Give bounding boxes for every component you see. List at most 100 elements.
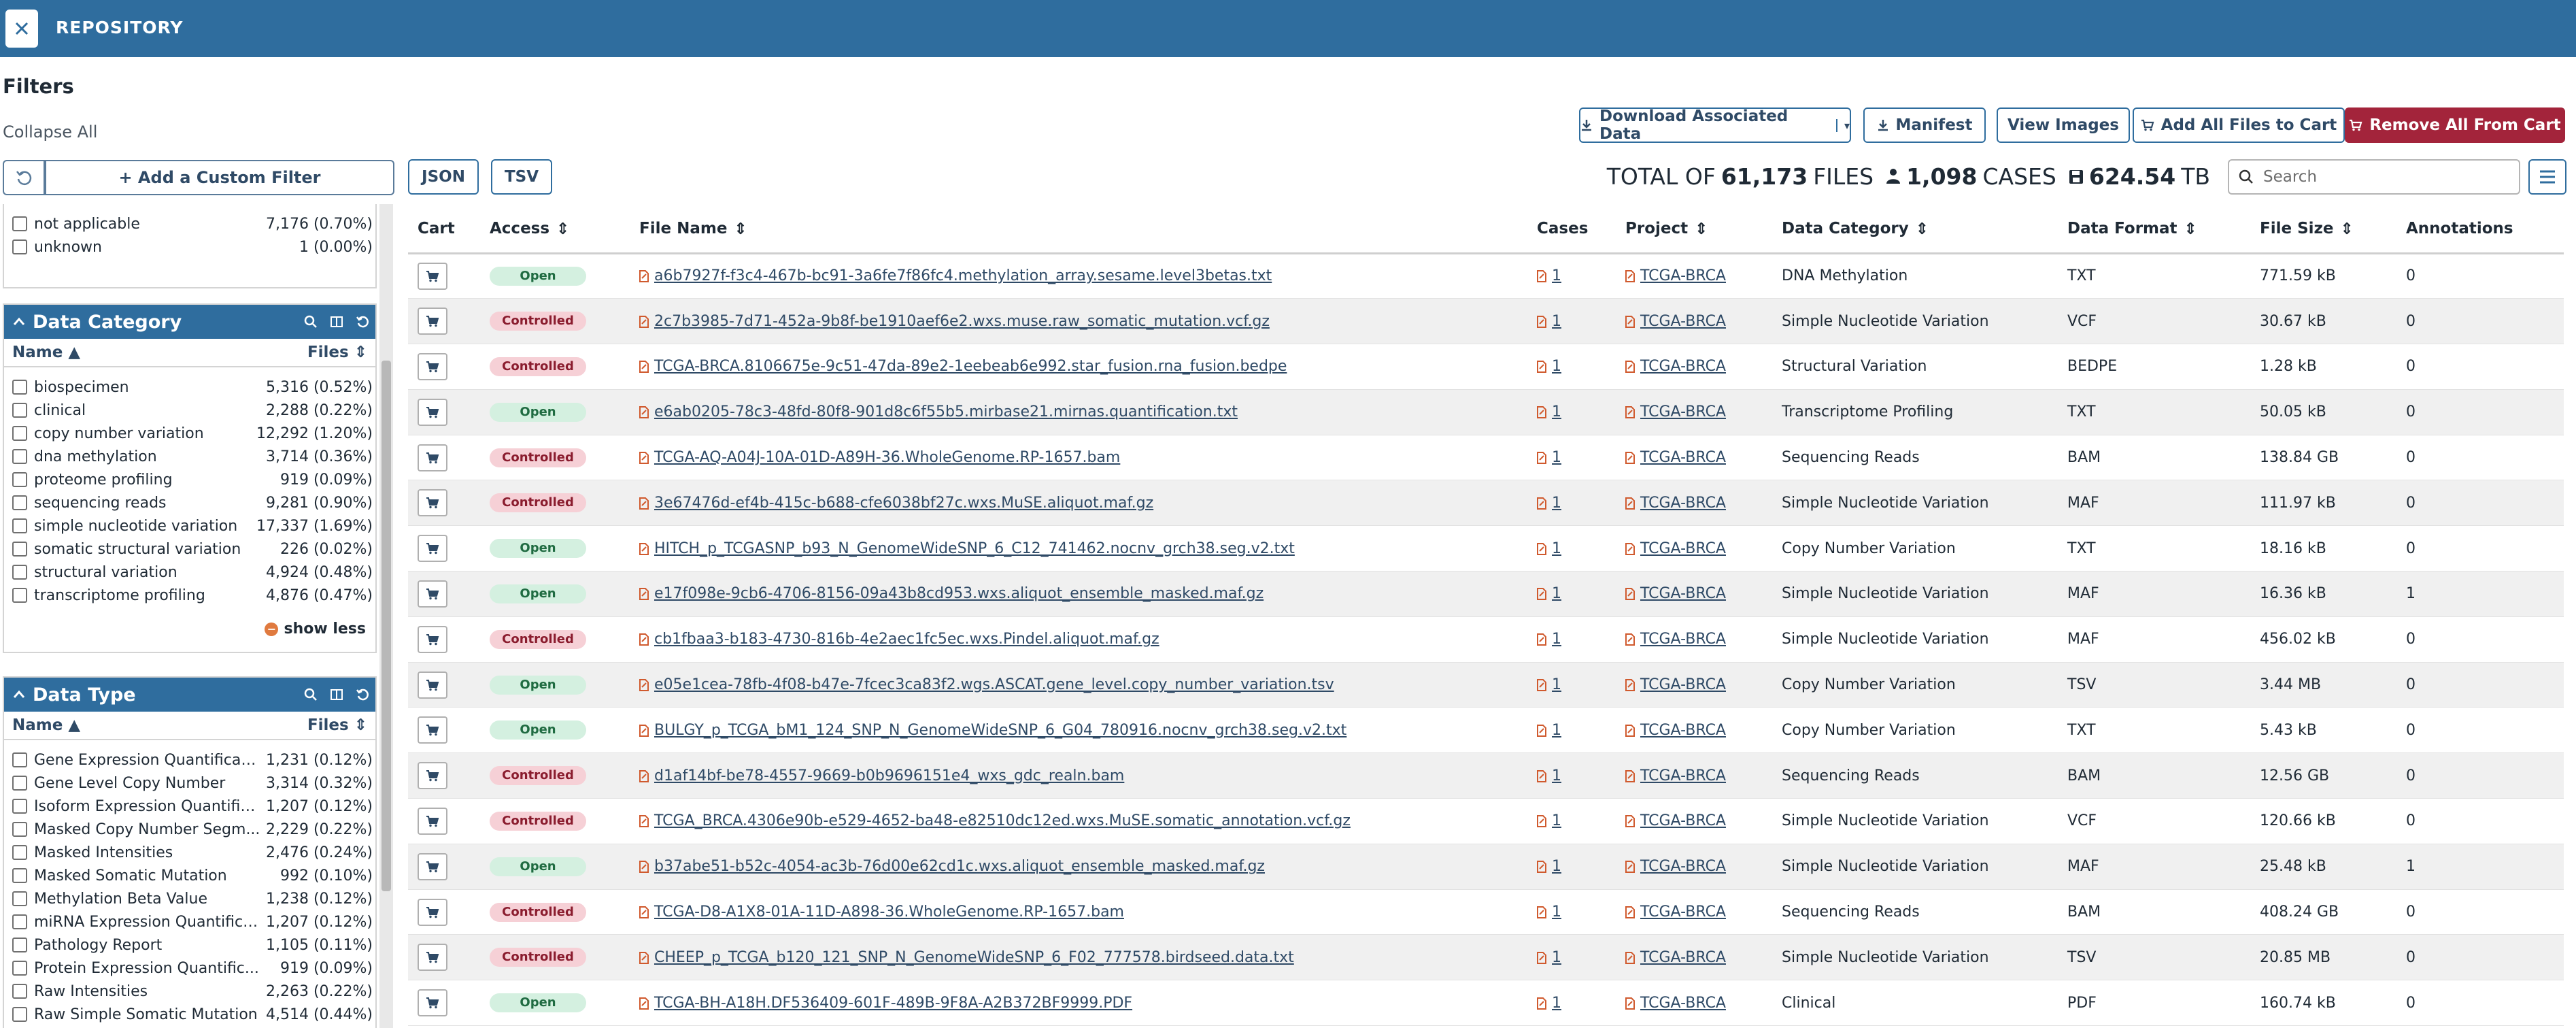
cases-link[interactable]: 1 bbox=[1552, 403, 1561, 420]
facet-option[interactable]: biospecimen 5,316 (0.52%) bbox=[12, 376, 373, 399]
facet-option[interactable]: Pathology Report 1,105 (0.11%) bbox=[12, 933, 373, 957]
close-button[interactable] bbox=[5, 10, 38, 48]
chevron-down-icon[interactable]: ▾ bbox=[1835, 118, 1850, 132]
cases-link[interactable]: 1 bbox=[1552, 949, 1561, 966]
cases-link[interactable]: 1 bbox=[1552, 767, 1561, 784]
reset-filters-button[interactable] bbox=[3, 160, 45, 195]
file-name-link[interactable]: TCGA-D8-A1X8-01A-11D-A898-36.WholeGenome… bbox=[654, 903, 1124, 921]
facet-option[interactable]: Masked Somatic Mutation 992 (0.10%) bbox=[12, 864, 373, 887]
col-data-category[interactable]: Data Category ⇕ bbox=[1772, 205, 2058, 254]
cases-link[interactable]: 1 bbox=[1552, 495, 1561, 512]
facet-option[interactable]: Methylation Beta Value 1,238 (0.12%) bbox=[12, 887, 373, 910]
project-link[interactable]: TCGA-BRCA bbox=[1640, 585, 1726, 602]
reset-icon[interactable] bbox=[350, 309, 375, 335]
project-link[interactable]: TCGA-BRCA bbox=[1640, 631, 1726, 648]
facet-option[interactable]: somatic structural variation 226 (0.02%) bbox=[12, 537, 373, 561]
cases-link[interactable]: 1 bbox=[1552, 903, 1561, 921]
checkbox[interactable] bbox=[12, 542, 27, 557]
project-link[interactable]: TCGA-BRCA bbox=[1640, 358, 1726, 375]
col-data-format[interactable]: Data Format ⇕ bbox=[2058, 205, 2250, 254]
facet-option[interactable]: structural variation 4,924 (0.48%) bbox=[12, 561, 373, 584]
tsv-button[interactable]: TSV bbox=[491, 159, 552, 195]
data-category-header[interactable]: Data Category bbox=[4, 305, 375, 339]
add-to-cart-button[interactable] bbox=[418, 625, 447, 653]
add-custom-filter-button[interactable]: + Add a Custom Filter bbox=[45, 160, 394, 195]
file-name-link[interactable]: TCGA-BH-A18H.DF536409-601F-489B-9F8A-A2B… bbox=[654, 995, 1132, 1012]
project-link[interactable]: TCGA-BRCA bbox=[1640, 313, 1726, 330]
filter-scrollbar[interactable] bbox=[379, 204, 393, 1028]
file-name-link[interactable]: HITCH_p_TCGASNP_b93_N_GenomeWideSNP_6_C1… bbox=[654, 540, 1295, 557]
sort-by-name[interactable]: Name ▲ bbox=[12, 716, 307, 734]
checkbox[interactable] bbox=[12, 868, 27, 883]
sort-by-files[interactable]: Files ⇕ bbox=[307, 716, 367, 734]
checkbox[interactable] bbox=[12, 752, 27, 767]
checkbox[interactable] bbox=[12, 380, 27, 395]
project-link[interactable]: TCGA-BRCA bbox=[1640, 495, 1726, 512]
checkbox[interactable] bbox=[12, 565, 27, 580]
column-menu-button[interactable] bbox=[2528, 159, 2566, 195]
facet-option[interactable]: Isoform Expression Quantific... 1,207 (0.… bbox=[12, 795, 373, 818]
facet-option[interactable]: Raw Simple Somatic Mutation 4,514 (0.44%) bbox=[12, 1003, 373, 1026]
checkbox[interactable] bbox=[12, 588, 27, 603]
cases-link[interactable]: 1 bbox=[1552, 267, 1561, 284]
cases-link[interactable]: 1 bbox=[1552, 449, 1561, 466]
checkbox[interactable] bbox=[12, 239, 27, 254]
checkbox[interactable] bbox=[12, 776, 27, 791]
facet-option[interactable]: Masked Intensities 2,476 (0.24%) bbox=[12, 841, 373, 864]
add-all-to-cart-button[interactable]: Add All Files to Cart bbox=[2133, 107, 2345, 143]
file-name-link[interactable]: 2c7b3985-7d71-452a-9b8f-be1910aef6e2.wxs… bbox=[654, 313, 1270, 330]
add-to-cart-button[interactable] bbox=[418, 671, 447, 699]
facet-option[interactable]: copy number variation 12,292 (1.20%) bbox=[12, 422, 373, 445]
facet-option[interactable]: miRNA Expression Quantificat... 1,207 (0.… bbox=[12, 910, 373, 933]
cases-link[interactable]: 1 bbox=[1552, 631, 1561, 648]
search-icon[interactable] bbox=[298, 682, 324, 708]
facet-option[interactable]: not applicable 7,176 (0.70%) bbox=[12, 212, 373, 235]
add-to-cart-button[interactable] bbox=[418, 580, 447, 608]
add-to-cart-button[interactable] bbox=[418, 716, 447, 744]
checkbox[interactable] bbox=[12, 984, 27, 999]
file-name-link[interactable]: TCGA-BRCA.8106675e-9c51-47da-89e2-1eebea… bbox=[654, 358, 1287, 375]
file-name-link[interactable]: e6ab0205-78c3-48fd-80f8-901d8c6f55b5.mir… bbox=[654, 403, 1238, 420]
cases-link[interactable]: 1 bbox=[1552, 358, 1561, 375]
project-link[interactable]: TCGA-BRCA bbox=[1640, 949, 1726, 966]
facet-option[interactable]: Masked Copy Number Segm... 2,229 (0.22%) bbox=[12, 818, 373, 841]
facet-option[interactable]: proteome profiling 919 (0.09%) bbox=[12, 468, 373, 491]
checkbox[interactable] bbox=[12, 961, 27, 976]
checkbox[interactable] bbox=[12, 426, 27, 441]
project-link[interactable]: TCGA-BRCA bbox=[1640, 449, 1726, 466]
cases-link[interactable]: 1 bbox=[1552, 812, 1561, 829]
file-name-link[interactable]: 3e67476d-ef4b-415c-b688-cfe6038bf27c.wxs… bbox=[654, 495, 1153, 512]
add-to-cart-button[interactable] bbox=[418, 444, 447, 471]
file-name-link[interactable]: TCGA-AQ-A04J-10A-01D-A89H-36.WholeGenome… bbox=[654, 449, 1120, 466]
checkbox[interactable] bbox=[12, 822, 27, 837]
add-to-cart-button[interactable] bbox=[418, 989, 447, 1017]
facet-option[interactable]: transcriptome profiling 4,876 (0.47%) bbox=[12, 584, 373, 607]
add-to-cart-button[interactable] bbox=[418, 262, 447, 290]
file-name-link[interactable]: b37abe51-b52c-4054-ac3b-76d00e62cd1c.wxs… bbox=[654, 858, 1265, 875]
project-link[interactable]: TCGA-BRCA bbox=[1640, 403, 1726, 420]
project-link[interactable]: TCGA-BRCA bbox=[1640, 995, 1726, 1012]
show-less-button[interactable]: − show less bbox=[265, 620, 366, 637]
cases-link[interactable]: 1 bbox=[1552, 676, 1561, 693]
project-link[interactable]: TCGA-BRCA bbox=[1640, 676, 1726, 693]
add-to-cart-button[interactable] bbox=[418, 398, 447, 426]
checkbox[interactable] bbox=[12, 495, 27, 510]
file-name-link[interactable]: e17f098e-9cb6-4706-8156-09a43b8cd953.wxs… bbox=[654, 585, 1264, 602]
flip-icon[interactable] bbox=[324, 309, 350, 335]
file-name-link[interactable]: a6b7927f-f3c4-467b-bc91-3a6fe7f86fc4.met… bbox=[654, 267, 1272, 284]
file-name-link[interactable]: d1af14bf-be78-4557-9669-b0b9696151e4_wxs… bbox=[654, 767, 1124, 784]
file-name-link[interactable]: e05e1cea-78fb-4f08-b47e-7fcec3ca83f2.wgs… bbox=[654, 676, 1334, 693]
view-images-button[interactable]: View Images bbox=[1997, 107, 2130, 143]
col-file-name[interactable]: File Name ⇕ bbox=[630, 205, 1527, 254]
project-link[interactable]: TCGA-BRCA bbox=[1640, 267, 1726, 284]
add-to-cart-button[interactable] bbox=[418, 898, 447, 926]
checkbox[interactable] bbox=[12, 1007, 27, 1022]
checkbox[interactable] bbox=[12, 914, 27, 929]
facet-option[interactable]: Gene Level Copy Number 3,314 (0.32%) bbox=[12, 772, 373, 795]
file-name-link[interactable]: cb1fbaa3-b183-4730-816b-4e2aec1fc5ec.wxs… bbox=[654, 631, 1159, 648]
reset-icon[interactable] bbox=[350, 682, 375, 708]
add-to-cart-button[interactable] bbox=[418, 762, 447, 790]
project-link[interactable]: TCGA-BRCA bbox=[1640, 540, 1726, 557]
search-input[interactable]: Search bbox=[2228, 159, 2520, 195]
facet-option[interactable]: Gene Expression Quantificati... 1,231 (0.… bbox=[12, 748, 373, 772]
